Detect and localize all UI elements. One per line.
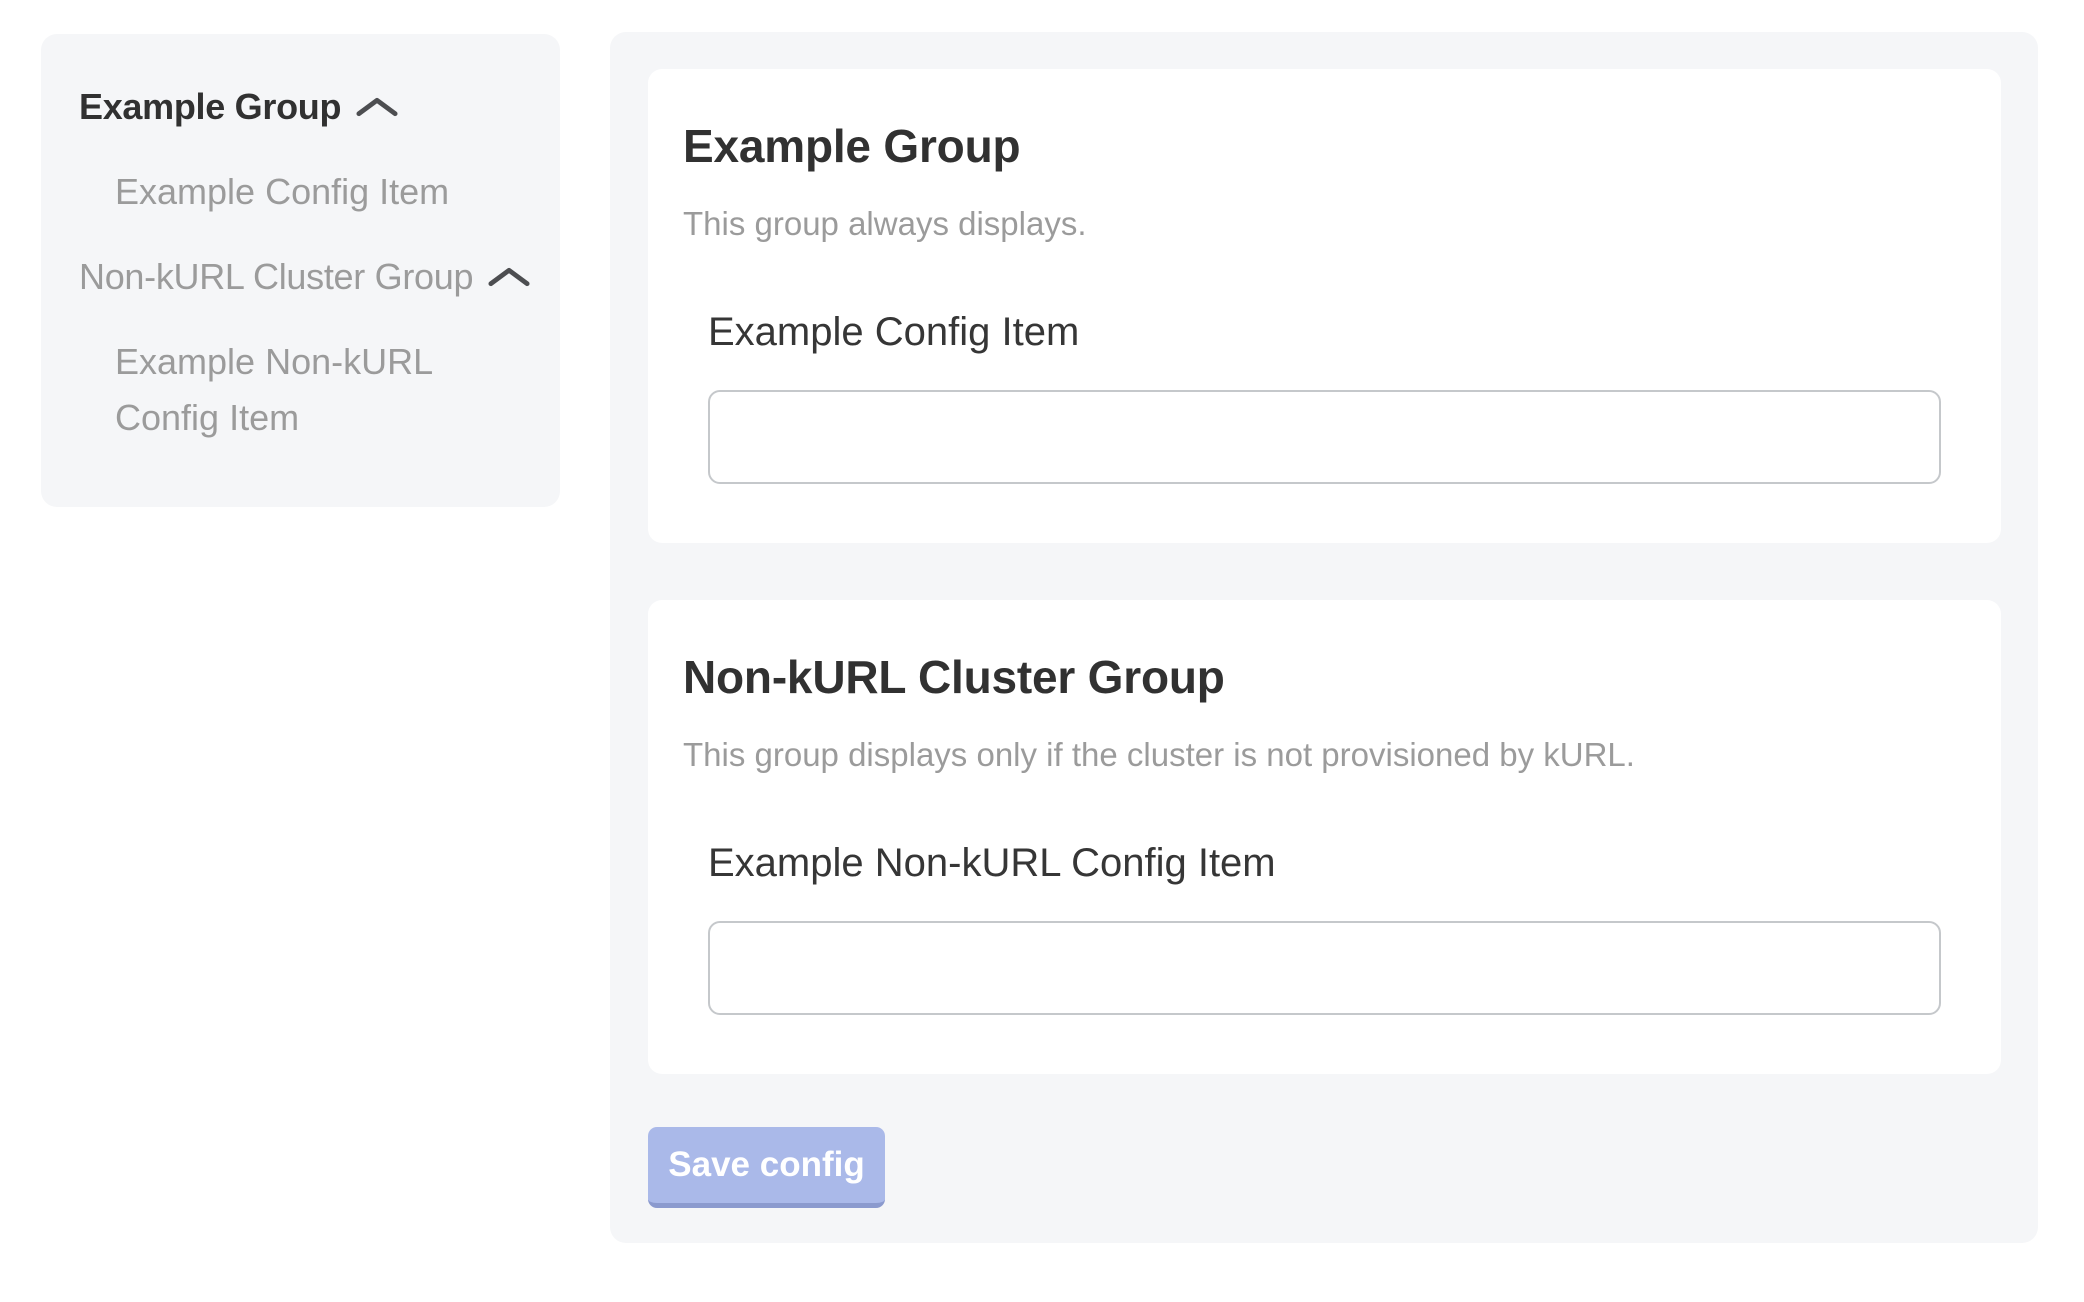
chevron-up-icon xyxy=(356,95,398,119)
group-title: Example Group xyxy=(683,118,1966,174)
sidebar-item-example-config-item[interactable]: Example Config Item xyxy=(115,164,524,220)
sidebar-group-label: Non-kURL Cluster Group xyxy=(79,249,473,305)
group-title: Non-kURL Cluster Group xyxy=(683,649,1966,705)
sidebar-group-label: Example Group xyxy=(79,79,341,135)
sidebar-item-example-non-kurl-config-item[interactable]: Example Non-kURL Config Item xyxy=(115,334,524,446)
sidebar-group-example-group[interactable]: Example Group xyxy=(79,79,524,135)
config-item: Example Config Item xyxy=(708,304,1966,484)
config-page: Example Group Example Config Item Non-kU… xyxy=(0,0,2084,1302)
config-item-input-example-non-kurl-config-item[interactable] xyxy=(708,921,1941,1015)
config-item-label: Example Config Item xyxy=(708,304,1966,360)
config-item-input-example-config-item[interactable] xyxy=(708,390,1941,484)
config-nav-sidebar: Example Group Example Config Item Non-kU… xyxy=(41,34,560,507)
chevron-up-icon xyxy=(488,265,530,289)
config-group-card-example-group: Example Group This group always displays… xyxy=(648,69,2001,543)
config-item-label: Example Non-kURL Config Item xyxy=(708,835,1966,891)
config-area: Example Group This group always displays… xyxy=(610,32,2038,1243)
group-description: This group always displays. xyxy=(683,204,1966,244)
config-item: Example Non-kURL Config Item xyxy=(708,835,1966,1015)
group-description: This group displays only if the cluster … xyxy=(683,735,1966,775)
config-group-card-non-kurl-cluster-group: Non-kURL Cluster Group This group displa… xyxy=(648,600,2001,1074)
sidebar-group-non-kurl-cluster-group[interactable]: Non-kURL Cluster Group xyxy=(79,249,524,305)
save-config-button[interactable]: Save config xyxy=(648,1127,885,1208)
